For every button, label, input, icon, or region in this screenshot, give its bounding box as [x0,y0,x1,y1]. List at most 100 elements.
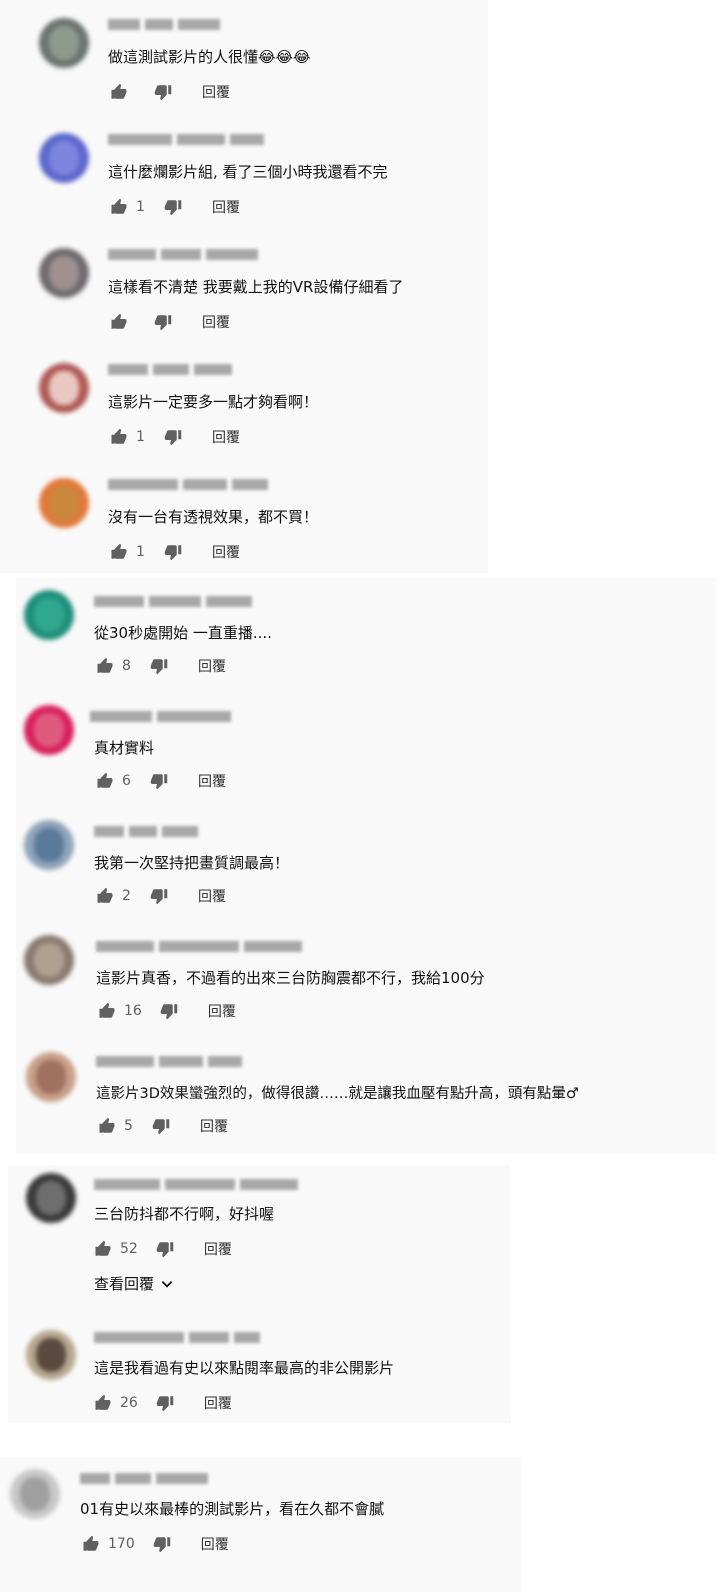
author-name[interactable] [108,132,264,146]
thumbs-up-icon [111,543,127,559]
comment-text: 沒有一台有透視效果，都不買！ [108,508,319,526]
avatar[interactable] [24,935,74,985]
like-count: 5 [124,1118,133,1134]
author-name[interactable] [108,247,258,261]
dislike-button[interactable] [162,541,184,563]
thumbs-up-icon [111,198,127,214]
like-button[interactable] [108,426,130,448]
view-replies-button[interactable]: 查看回覆 [94,1273,174,1294]
avatar[interactable] [39,478,89,528]
dislike-button[interactable] [162,196,184,218]
reply-button[interactable]: 回覆 [201,1534,229,1554]
like-button[interactable] [108,541,130,563]
like-count: 16 [124,1003,142,1019]
like-count: 170 [108,1536,135,1552]
reply-button[interactable]: 回覆 [198,886,226,906]
like-count: 6 [122,773,131,789]
thumbs-up-icon [99,1002,115,1018]
like-button[interactable] [92,1238,114,1260]
dislike-button[interactable] [162,426,184,448]
reply-button[interactable]: 回覆 [200,1116,228,1136]
reply-button[interactable]: 回覆 [212,197,240,217]
like-button[interactable] [94,770,116,792]
avatar[interactable] [39,248,89,298]
dislike-button[interactable] [154,1238,176,1260]
thumbs-up-icon [97,887,113,903]
comment-actions: 1 回覆 [108,425,240,449]
thumbs-down-icon [150,889,168,905]
author-name[interactable] [96,939,302,953]
comment-text: 這樣看不清楚 我要戴上我的VR設備仔細看了 [108,278,404,296]
like-count: 1 [136,429,145,445]
reply-button[interactable]: 回覆 [204,1393,232,1413]
comment: 三台防抖都不行啊，好抖喔 52 回覆 [8,1165,511,1280]
avatar[interactable] [26,1052,76,1102]
thumbs-up-icon [111,83,127,99]
like-button[interactable] [96,1000,118,1022]
author-name[interactable] [80,1471,208,1485]
like-count: 26 [120,1395,138,1411]
dislike-button[interactable] [158,1000,180,1022]
author-name[interactable] [90,709,231,723]
author-name[interactable] [108,477,268,491]
dislike-button[interactable] [152,311,174,333]
thumbs-down-icon [164,200,182,216]
dislike-button[interactable] [148,770,170,792]
reply-button[interactable]: 回覆 [204,1239,232,1259]
comment-actions: 16 回覆 [96,999,236,1023]
author-name[interactable] [94,1330,260,1344]
reply-button[interactable]: 回覆 [202,312,230,332]
thumbs-down-icon [150,774,168,790]
author-name[interactable] [94,1177,298,1191]
dislike-button[interactable] [148,655,170,677]
like-button[interactable] [108,196,130,218]
author-name[interactable] [94,824,198,838]
avatar[interactable] [26,1173,76,1223]
like-button[interactable] [80,1533,102,1555]
comment: 這影片一定要多一點才夠看啊！ 1 回覆 [0,345,488,460]
like-button[interactable] [108,311,130,333]
reply-button[interactable]: 回覆 [202,82,230,102]
reply-button[interactable]: 回覆 [198,771,226,791]
avatar[interactable] [24,590,74,640]
reply-button[interactable]: 回覆 [208,1001,236,1021]
dislike-button[interactable] [152,81,174,103]
author-name[interactable] [94,594,252,608]
avatar[interactable] [26,1330,76,1380]
avatar[interactable] [24,705,74,755]
like-button[interactable] [94,655,116,677]
thumbs-up-icon [111,428,127,444]
avatar[interactable] [39,363,89,413]
thumbs-up-icon [111,313,127,329]
avatar[interactable] [39,18,89,68]
thumbs-down-icon [154,85,172,101]
comment-actions: 52 回覆 [92,1237,232,1261]
comment-actions: 6 回覆 [94,769,226,793]
dislike-button[interactable] [148,885,170,907]
avatar[interactable] [39,133,89,183]
dislike-button[interactable] [151,1533,173,1555]
like-button[interactable] [96,1115,118,1137]
comment-text: 真材實料 [94,739,155,757]
reply-button[interactable]: 回覆 [212,427,240,447]
reply-button[interactable]: 回覆 [212,542,240,562]
dislike-button[interactable] [150,1115,172,1137]
author-name[interactable] [96,1054,242,1068]
author-name[interactable] [108,362,232,376]
comment-text: 這是我看過有史以來點閱率最高的非公開影片 [94,1359,395,1377]
thumbs-down-icon [164,545,182,561]
comment-actions: 8 回覆 [94,654,226,678]
dislike-button[interactable] [154,1392,176,1414]
author-name[interactable] [108,17,220,31]
avatar[interactable] [10,1469,60,1519]
like-button[interactable] [108,81,130,103]
comments-panel-2: 從30秒處開始 一直重播.... 8 回覆 真材實料 6 回覆 我第一次堅持把畫… [16,578,716,1153]
comment: 這影片真香，不過看的出來三台防胸震都不行，我給100分 16 回覆 [16,923,716,1038]
like-button[interactable] [94,885,116,907]
like-count: 1 [136,544,145,560]
comment-text: 我第一次堅持把畫質調最高！ [94,854,290,872]
avatar[interactable] [24,820,74,870]
like-button[interactable] [92,1392,114,1414]
reply-button[interactable]: 回覆 [198,656,226,676]
comment-actions: 2 回覆 [94,884,226,908]
